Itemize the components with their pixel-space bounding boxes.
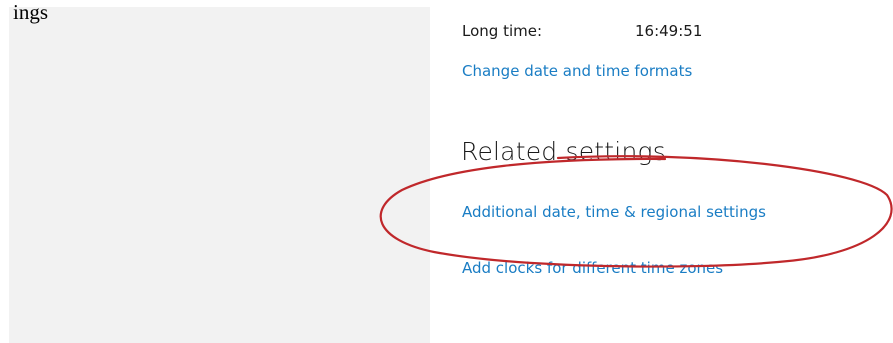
long-time-value: 16:49:51	[635, 22, 703, 40]
long-time-label: Long time:	[462, 22, 543, 40]
related-settings-title: Related settings	[461, 137, 666, 166]
left-pane: ings	[9, 0, 430, 343]
change-date-time-formats-link[interactable]: Change date and time formats	[462, 62, 692, 80]
add-clocks-link[interactable]: Add clocks for different time zones	[462, 259, 723, 277]
additional-date-time-regional-settings-link[interactable]: Additional date, time & regional setting…	[462, 203, 766, 221]
page-heading-fragment: ings	[13, 0, 49, 24]
